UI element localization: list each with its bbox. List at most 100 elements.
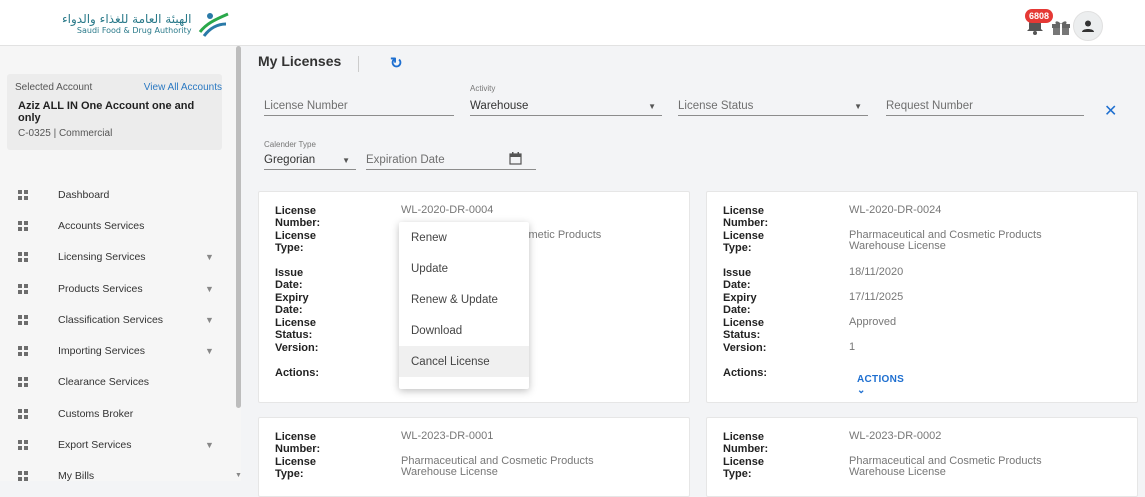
sidebar-item-accounts-services[interactable]: Accounts Services — [0, 210, 230, 241]
license-type-value: Pharmaceutical and Cosmetic Products War… — [401, 455, 594, 478]
grid-icon — [18, 346, 28, 357]
license-type-value: Pharmaceutical and Cosmetic Products War… — [849, 229, 1042, 252]
chevron-down-icon: ▼ — [342, 156, 350, 165]
license-status-label: License Status: — [723, 317, 764, 341]
calendar-icon[interactable] — [509, 152, 522, 165]
license-number-label: License Number: — [723, 205, 769, 229]
sidebar-item-label: Importing Services — [58, 345, 145, 358]
sidebar-item-importing-services[interactable]: Importing Services ▼ — [0, 335, 230, 366]
license-type-label: License Type: — [275, 456, 316, 480]
sidebar-menu: Dashboard Accounts Services Licensing Serv… — [0, 179, 230, 492]
page-title: My Licenses — [258, 53, 342, 69]
license-status-select[interactable]: License Status ▼ — [678, 90, 868, 116]
sidebar: Selected Account View All Accounts Aziz … — [0, 46, 241, 482]
menu-item-renew[interactable]: Renew — [399, 222, 529, 253]
actions-dropdown-button[interactable]: ACTIONS ⌄ — [857, 374, 904, 396]
issue-date-label: Issue Date: — [723, 267, 752, 291]
expiration-date-input[interactable]: Expiration Date — [366, 144, 536, 170]
license-type-label: License Type: — [723, 456, 764, 480]
grid-icon — [18, 220, 28, 231]
license-status-value: Approved — [849, 316, 897, 328]
logo-text: الهيئة العامة للغذاء والدواء Saudi Food … — [62, 13, 192, 35]
license-number-label: License Number: — [723, 431, 769, 455]
license-number-value: WL-2023-DR-0001 — [401, 430, 494, 442]
scroll-down-arrow-icon[interactable]: ▼ — [235, 472, 242, 479]
license-number-value: WL-2020-DR-0024 — [849, 204, 942, 216]
license-card: License Number: WL-2020-DR-0024 License … — [706, 191, 1138, 403]
sidebar-item-label: Clearance Services — [58, 376, 150, 389]
logo-english-text: Saudi Food & Drug Authority — [76, 26, 192, 35]
version-label: Version: — [723, 342, 767, 354]
chevron-down-icon: ▼ — [205, 346, 214, 357]
user-avatar-button[interactable] — [1073, 11, 1103, 41]
issue-date-value: 18/11/2020 — [849, 266, 904, 278]
sfda-logo[interactable]: الهيئة العامة للغذاء والدواء Saudi Food … — [62, 10, 232, 38]
sidebar-item-label: Customs Broker — [58, 407, 134, 420]
chevron-down-icon: ▼ — [205, 440, 214, 451]
grid-icon — [18, 189, 28, 200]
menu-item-cancel-license[interactable]: Cancel License — [399, 346, 529, 377]
sidebar-item-export-services[interactable]: Export Services ▼ — [0, 429, 230, 460]
selected-account-card: Selected Account View All Accounts Aziz … — [7, 74, 222, 150]
actions-dropdown-menu: Renew Update Renew & Update Download Can… — [399, 222, 529, 389]
notification-count-badge: 6808 — [1025, 9, 1054, 23]
menu-item-download[interactable]: Download — [399, 315, 529, 346]
actions-label: Actions: — [275, 367, 319, 379]
expiry-date-value: 17/11/2025 — [849, 291, 904, 303]
expiry-date-label: Expiry Date: — [723, 292, 757, 316]
refresh-icon[interactable]: ↻ — [390, 54, 403, 72]
license-number-label: License Number: — [275, 205, 321, 229]
license-status-label: License Status: — [275, 317, 316, 341]
sidebar-item-label: Export Services — [58, 439, 132, 452]
activity-label: Activity — [470, 84, 496, 93]
expiry-date-label: Expiry Date: — [275, 292, 309, 316]
sidebar-item-dashboard[interactable]: Dashboard — [0, 179, 230, 210]
expiration-date-placeholder: Expiration Date — [366, 154, 445, 166]
sidebar-scrollbar[interactable] — [236, 46, 241, 408]
account-name: Aziz ALL IN One Account one and only — [18, 100, 195, 124]
sidebar-item-clearance-services[interactable]: Clearance Services — [0, 367, 230, 398]
chevron-down-icon: ▼ — [854, 102, 862, 111]
license-type-label: License Type: — [723, 230, 764, 254]
actions-label: Actions: — [723, 367, 767, 379]
selected-account-label: Selected Account — [15, 82, 93, 93]
sidebar-item-products-services[interactable]: Products Services ▼ — [0, 273, 230, 304]
license-card: License Number: WL-2023-DR-0001 License … — [258, 417, 690, 497]
sidebar-item-my-bills[interactable]: My Bills — [0, 461, 230, 492]
grid-icon — [18, 252, 28, 263]
request-number-input[interactable]: Request Number — [886, 90, 1084, 116]
sidebar-item-label: Accounts Services — [58, 219, 145, 232]
view-all-accounts-link[interactable]: View All Accounts — [144, 82, 222, 93]
menu-item-renew-and-update[interactable]: Renew & Update — [399, 284, 529, 315]
chevron-down-icon: ▼ — [648, 102, 656, 111]
clear-filters-close-icon[interactable]: ✕ — [1104, 101, 1117, 121]
grid-icon — [18, 314, 28, 325]
license-number-input[interactable]: License Number — [264, 90, 454, 116]
sidebar-item-label: Classification Services — [58, 313, 164, 326]
request-number-placeholder: Request Number — [886, 100, 973, 112]
sidebar-item-licensing-services[interactable]: Licensing Services ▼ — [0, 242, 230, 273]
sidebar-item-label: Dashboard — [58, 188, 110, 201]
calendar-type-value: Gregorian — [264, 154, 316, 166]
issue-date-label: Issue Date: — [275, 267, 304, 291]
version-value: 1 — [849, 341, 856, 353]
grid-icon — [18, 471, 28, 482]
grid-icon — [18, 283, 28, 294]
top-bar: الهيئة العامة للغذاء والدواء Saudi Food … — [0, 0, 1145, 46]
logo-arabic-text: الهيئة العامة للغذاء والدواء — [62, 12, 192, 26]
sidebar-item-label: Products Services — [58, 282, 143, 295]
license-number-value: WL-2020-DR-0004 — [401, 204, 494, 216]
license-type-label: License Type: — [275, 230, 316, 254]
license-status-placeholder: License Status — [678, 100, 754, 112]
calendar-type-select[interactable]: Calender Type Gregorian ▼ — [264, 140, 356, 170]
sidebar-item-customs-broker[interactable]: Customs Broker — [0, 398, 230, 429]
activity-select[interactable]: Activity Warehouse ▼ — [470, 84, 662, 116]
chevron-down-icon: ▼ — [205, 252, 214, 263]
sidebar-item-classification-services[interactable]: Classification Services ▼ — [0, 304, 230, 335]
menu-item-update[interactable]: Update — [399, 253, 529, 284]
gift-box-icon[interactable] — [1051, 19, 1071, 35]
version-label: Version: — [275, 342, 319, 354]
chevron-down-icon: ▼ — [205, 314, 214, 325]
grid-icon — [18, 440, 28, 451]
sfda-logo-mark-icon — [198, 12, 229, 37]
